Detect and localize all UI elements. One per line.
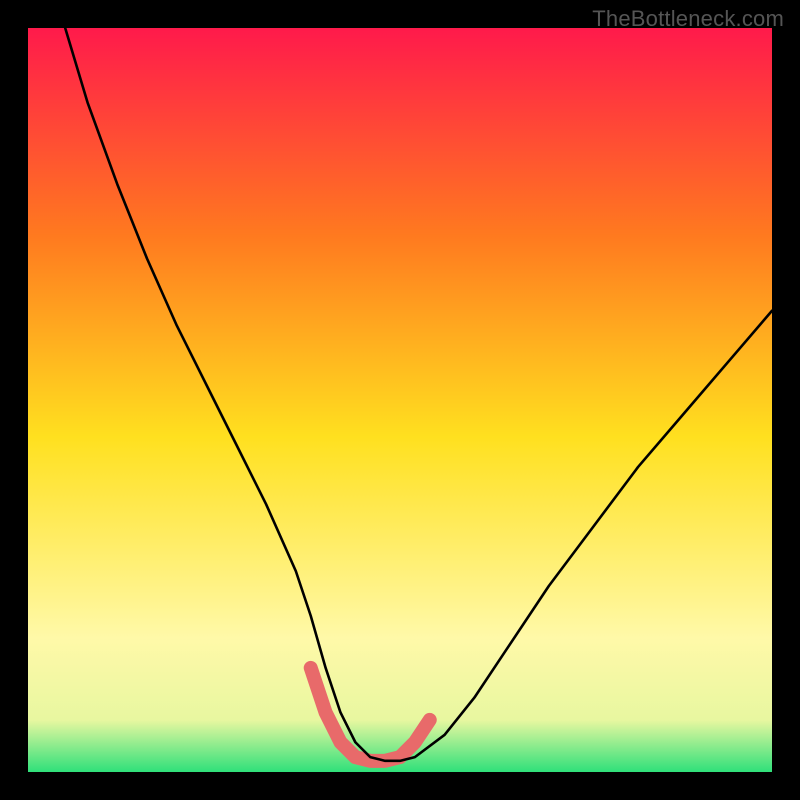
bottleneck-chart (28, 28, 772, 772)
gradient-background (28, 28, 772, 772)
chart-frame: TheBottleneck.com (0, 0, 800, 800)
watermark-text: TheBottleneck.com (592, 6, 784, 32)
plot-area (28, 28, 772, 772)
